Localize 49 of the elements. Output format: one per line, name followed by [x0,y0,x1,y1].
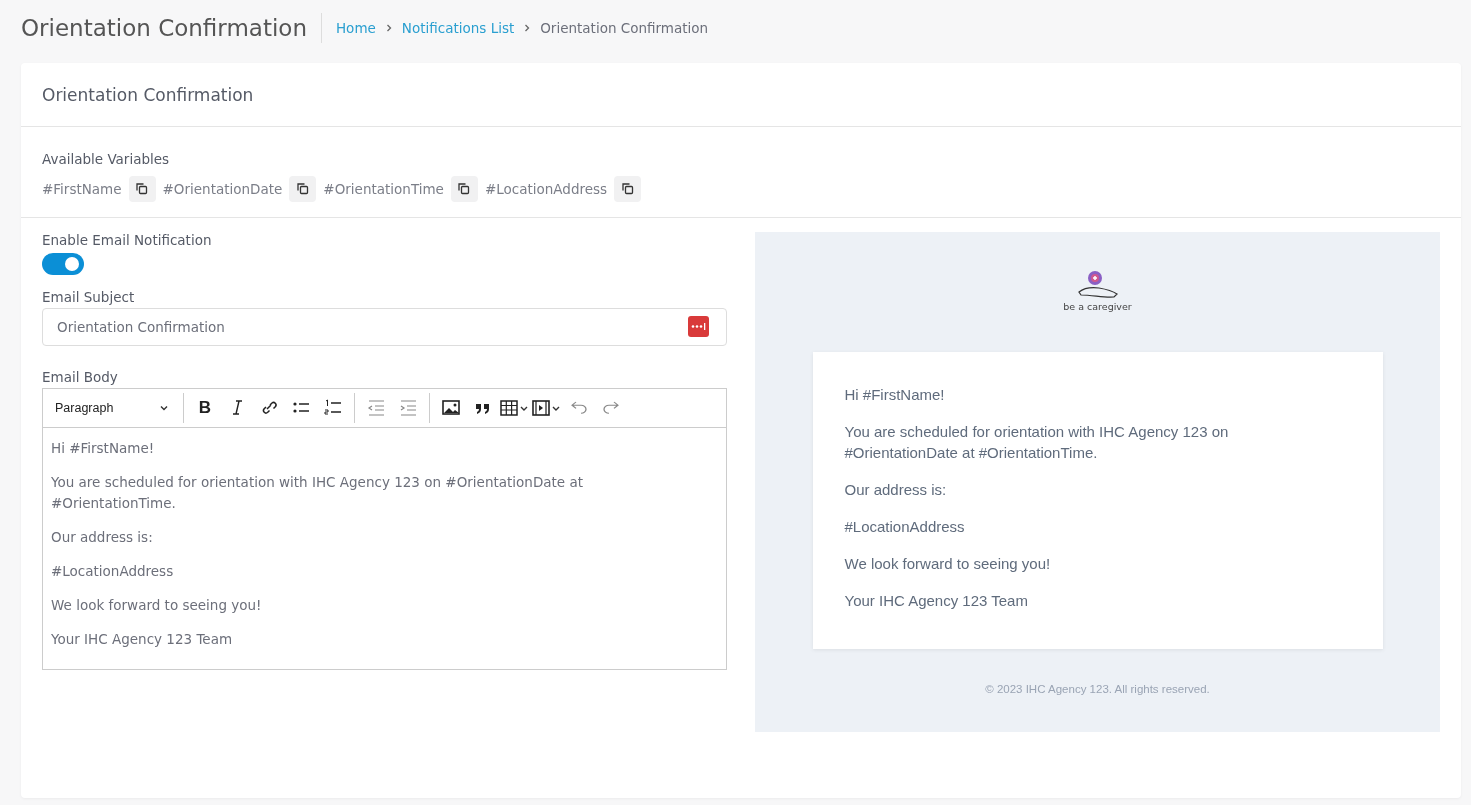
body-paragraph: We look forward to seeing you! [51,596,263,615]
media-icon [532,398,562,418]
field-label: Email Subject [42,289,136,305]
body-paragraph: Hi #FirstName! [51,439,156,458]
section-label: Available Variables [42,151,171,167]
page-title: Orientation Confirmation [21,12,322,43]
variable-name: #LocationAddress [484,181,608,197]
logo-caption: be a caregiver [1063,301,1132,312]
bold-button[interactable]: B [190,393,220,423]
copy-icon [296,183,309,195]
field-label: Email Body [42,369,119,385]
body-paragraph: Our address is: [51,528,154,547]
body-paragraph: Your IHC Agency 123 Team [51,630,234,649]
password-manager-icon[interactable] [688,316,709,337]
copy-button[interactable] [128,176,156,202]
copy-button[interactable] [614,176,642,202]
body-paragraph: #LocationAddress [51,562,175,581]
copy-button[interactable] [450,176,478,202]
copy-icon [621,183,634,195]
input-field[interactable]: Orientation Confirmation [42,308,727,346]
numbered-list-icon [324,398,342,418]
block-format-dropdown[interactable]: Paragraph [47,401,177,415]
variable-name: #FirstName [42,181,122,197]
variable-name: #OrientationTime [323,181,444,197]
indent-icon [399,398,417,418]
copy-icon [458,183,471,195]
email-paragraph: Your IHC Agency 123 Team [844,591,1029,611]
email-footer: © 2023 IHC Agency 123. All rights reserved. [985,683,1210,695]
outdent-icon [367,398,385,418]
table-icon [500,398,530,418]
chevron-down-icon [159,403,169,413]
copy-icon [136,183,149,195]
copy-button[interactable] [289,176,317,202]
toggle-switch[interactable] [42,253,84,275]
editor-text-area[interactable]: Hi #FirstName! You are scheduled for orientation with IHC Agency 123 on #OrientationDate at #OrientationTime. Our address is: #LocationAddress We look forward to seeing you! Your IHC Agency 123 Team [43,428,726,669]
field-label: Enable Email Notification [42,232,213,248]
email-paragraph: We look forward to seeing you! [844,554,1052,574]
email-paragraph: Hi #FirstName! [844,385,946,405]
email-paragraph: Our address is: [844,480,948,500]
breadcrumb-current: Orientation Confirmation [540,19,709,36]
email-paragraph: You are scheduled for orientation with IHC Agency 123 on #OrientationDate at #OrientationTime. [844,422,1230,463]
image-icon [442,398,460,418]
hand-flower-logo-icon [1076,270,1119,300]
card-title: Orientation Confirmation [42,84,254,105]
email-paragraph: #LocationAddress [844,517,966,537]
breadcrumb-link[interactable]: Notifications List [401,19,515,36]
breadcrumb-link[interactable]: Home [335,19,376,36]
variable-name: #OrientationDate [162,181,283,197]
body-paragraph: You are scheduled for orientation with IHC Agency 123 on #OrientationDate at #OrientationTime. [51,473,584,513]
